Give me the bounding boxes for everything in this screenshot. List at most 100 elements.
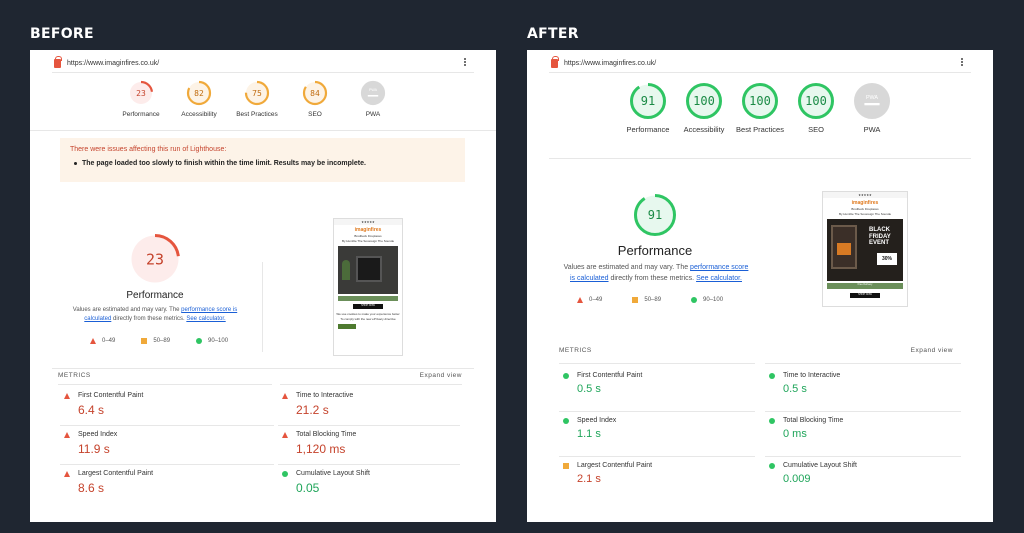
- metric-time-to-interactive: Time to Interactive 0.5 s: [769, 372, 840, 395]
- gauge-accessibility[interactable]: 100 Accessibility: [679, 82, 729, 134]
- before-panel: https://www.imaginfires.co.uk/ 23 Perform…: [30, 50, 496, 522]
- metric-value: 1.1 s: [577, 428, 601, 440]
- url-bar[interactable]: https://www.imaginfires.co.uk/: [551, 55, 965, 70]
- fail-triangle-icon: [577, 297, 583, 303]
- url-bar[interactable]: https://www.imaginfires.co.uk/: [54, 55, 468, 70]
- expand-view-toggle[interactable]: Expand view: [420, 372, 462, 379]
- metric-value: 0.5 s: [577, 383, 601, 395]
- metric-name: Time to Interactive: [783, 372, 841, 379]
- metric-value: 0 ms: [783, 428, 807, 440]
- big-performance-gauge: 91: [633, 193, 677, 242]
- expand-view-toggle[interactable]: Expand view: [911, 347, 953, 354]
- lighthouse-icon: [551, 55, 559, 68]
- metric-name: First Contentful Paint: [78, 392, 144, 399]
- page-screenshot-thumbnail: ★★★★★ imaginfires Brodbeck Fireplaces By…: [333, 218, 403, 356]
- url-text: https://www.imaginfires.co.uk/: [564, 59, 657, 67]
- gauge-label: PWA: [863, 125, 881, 134]
- metric-value: 2.1 s: [577, 473, 601, 485]
- metrics-header: METRICS Expand view: [58, 372, 462, 379]
- metric-speed-index: Speed Index 1.1 s: [563, 417, 616, 440]
- metric-value: 21.2 s: [296, 403, 329, 417]
- gauge-score: 84: [310, 89, 320, 98]
- more-menu-icon[interactable]: [961, 57, 965, 67]
- gauge-score: 23: [146, 250, 164, 268]
- metric-name: First Contentful Paint: [577, 372, 643, 379]
- big-performance-gauge: 23: [128, 232, 182, 291]
- score-gauges: 23 Performance 82 Accessibility 75 Best Pract…: [118, 80, 396, 119]
- see-calculator-link[interactable]: See calculator.: [696, 275, 742, 282]
- gauge-label: Best Practices: [236, 111, 278, 118]
- gauge-score: 100: [805, 94, 827, 108]
- gauge-label: PWA: [365, 111, 381, 118]
- see-calculator-link[interactable]: See calculator.: [186, 316, 225, 322]
- gauge-label: Performance: [626, 125, 670, 134]
- after-panel: https://www.imaginfires.co.uk/ 91 Perform…: [527, 50, 993, 522]
- metric-name: Speed Index: [78, 431, 118, 438]
- gauge-accessibility[interactable]: 82 Accessibility: [176, 80, 222, 119]
- fail-triangle-icon: [64, 392, 70, 399]
- metric-name: Total Blocking Time: [783, 417, 844, 424]
- gauge-label: Accessibility: [683, 125, 725, 134]
- metric-value: 0.05: [296, 481, 320, 495]
- gauge-pwa[interactable]: PWA PWA: [847, 82, 897, 134]
- pass-circle-icon: [563, 417, 569, 424]
- metric-largest-contentful-paint: Largest Contentful Paint 8.6 s: [64, 470, 153, 495]
- gauge-performance[interactable]: 91 Performance: [623, 82, 673, 134]
- metric-value: 6.4 s: [78, 403, 105, 417]
- page-screenshot-thumbnail: ★★★★★ imaginfires Brodbeck Fireplaces By…: [822, 191, 908, 307]
- gauge-performance[interactable]: 23 Performance: [118, 80, 164, 119]
- metric-name: Largest Contentful Paint: [577, 462, 653, 469]
- pwa-dash: [367, 95, 379, 97]
- gauge-best-practices[interactable]: 75 Best Practices: [234, 80, 280, 119]
- metric-name: Cumulative Layout Shift: [783, 462, 857, 469]
- metrics-label: METRICS: [58, 372, 91, 379]
- metrics-header: METRICS Expand view: [559, 347, 953, 354]
- fail-triangle-icon: [64, 431, 70, 438]
- lighthouse-icon: [54, 55, 62, 68]
- gauge-score: 91: [648, 208, 662, 222]
- gauge-score: 100: [693, 94, 715, 108]
- metric-name: Time to Interactive: [296, 392, 354, 399]
- more-menu-icon[interactable]: [464, 57, 468, 67]
- average-square-icon: [563, 462, 569, 469]
- after-title: AFTER: [527, 26, 579, 42]
- url-text: https://www.imaginfires.co.uk/: [67, 59, 160, 67]
- metric-name: Total Blocking Time: [296, 431, 357, 438]
- gauge-seo[interactable]: 100 SEO: [791, 82, 841, 134]
- pass-circle-icon: [563, 372, 569, 379]
- average-square-icon: [141, 338, 148, 344]
- pass-circle-icon: [769, 462, 775, 469]
- gauge-score: PWA: [866, 95, 878, 101]
- average-square-icon: [632, 297, 639, 303]
- metric-name: Cumulative Layout Shift: [296, 470, 370, 477]
- metric-total-blocking-time: Total Blocking Time 1,120 ms: [282, 431, 356, 456]
- metric-time-to-interactive: Time to Interactive 21.2 s: [282, 392, 353, 417]
- metric-first-contentful-paint: First Contentful Paint 0.5 s: [563, 372, 642, 395]
- pass-circle-icon: [769, 417, 775, 424]
- gauge-score: 82: [194, 89, 204, 98]
- metric-cumulative-layout-shift: Cumulative Layout Shift 0.05: [282, 470, 370, 495]
- pwa-dash: [864, 103, 880, 106]
- lighthouse-warning: There were issues affecting this run of …: [60, 138, 465, 182]
- gauge-score: 23: [136, 89, 146, 98]
- gauge-label: Best Practices: [736, 125, 784, 134]
- before-title: BEFORE: [30, 26, 94, 42]
- warning-title: There were issues affecting this run of …: [70, 146, 227, 153]
- big-gauge-label: Performance: [617, 243, 693, 258]
- score-gauges: 91 Performance 100 Accessibility 100 Best Pra…: [623, 82, 897, 134]
- metric-total-blocking-time: Total Blocking Time 0 ms: [769, 417, 843, 440]
- gauge-seo[interactable]: 84 SEO: [292, 80, 338, 119]
- metric-value: 8.6 s: [78, 481, 105, 495]
- fail-triangle-icon: [282, 431, 288, 438]
- pass-circle-icon: [691, 297, 698, 303]
- gauge-score: PWA: [369, 88, 378, 92]
- metric-name: Speed Index: [577, 417, 617, 424]
- metric-value: 1,120 ms: [296, 442, 346, 456]
- gauge-label: Accessibility: [181, 111, 217, 118]
- gauge-best-practices[interactable]: 100 Best Practices: [735, 82, 785, 134]
- metric-first-contentful-paint: First Contentful Paint 6.4 s: [64, 392, 143, 417]
- score-note: Values are estimated and may vary. The p…: [563, 264, 749, 282]
- metric-value: 0.5 s: [783, 383, 807, 395]
- gauge-score: 100: [749, 94, 771, 108]
- gauge-pwa[interactable]: PWA PWA: [350, 80, 396, 119]
